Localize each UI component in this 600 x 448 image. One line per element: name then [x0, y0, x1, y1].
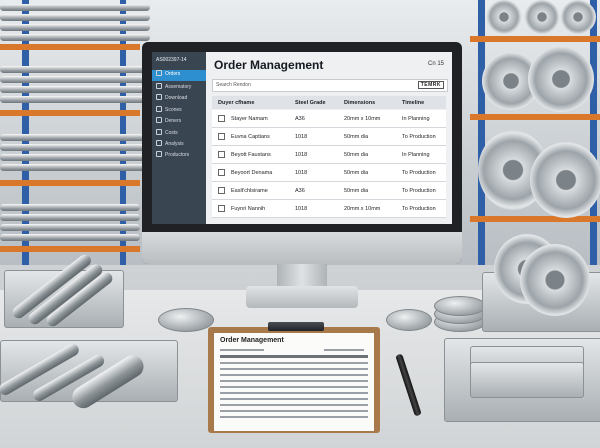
brand-logo: TEMRK [417, 81, 444, 89]
table-header: Duyer cfhame Steel Grade Dimensions Time… [212, 96, 446, 109]
row-checkbox[interactable] [218, 187, 225, 194]
timeline-status: To Production [402, 205, 436, 212]
costs-icon [156, 129, 162, 135]
productors-icon [156, 151, 162, 157]
monitor-stand-foot [246, 286, 358, 308]
deners-icon [156, 117, 162, 123]
sidebar-item-analysis[interactable]: Analysis [152, 140, 206, 151]
clipboard-clamp [268, 322, 324, 331]
clipboard-paper: Order Management [214, 333, 374, 431]
clipboard-title: Order Management [220, 337, 284, 344]
sidebar-item-scones[interactable]: Scones [152, 106, 206, 117]
dimensions: 50mm dia [344, 169, 369, 176]
buyer-name: Beyott Faustans [231, 151, 271, 158]
timeline-status: In Planning [402, 151, 430, 158]
sidebar-item-label: Orders [165, 71, 181, 77]
sidebar-item-label: Costs [165, 130, 178, 136]
column-header-timeline[interactable]: Timeline [402, 96, 424, 109]
steel-grade: A36 [295, 187, 305, 194]
sidebar-item-productors[interactable]: Productors [152, 151, 206, 162]
sidebar-item-label: Scones [165, 107, 182, 113]
table-row[interactable]: Easlt'chlsirame A36 50mm dia To Producti… [212, 182, 446, 200]
steel-grade: A36 [295, 115, 305, 122]
sidebar-item-orders[interactable]: Orders [152, 70, 206, 81]
orders-icon [156, 70, 162, 76]
table-row[interactable]: Fuynri Nannih 1018 20mm x 10mm To Produc… [212, 200, 446, 218]
timeline-status: To Production [402, 133, 436, 140]
order-management-app: AS002397-14 Orders Assematory Download S… [152, 52, 452, 224]
dimensions: 50mm dia [344, 151, 369, 158]
sidebar-item-costs[interactable]: Costs [152, 129, 206, 140]
dimensions: 50mm dia [344, 133, 369, 140]
column-header-dimensions[interactable]: Dimensions [344, 96, 375, 109]
search-input[interactable] [216, 81, 386, 89]
buyer-name: Stayer Namam [231, 115, 268, 122]
dimensions: 20mm x 10mm [344, 115, 381, 122]
column-header-steel-grade[interactable]: Steel Grade [295, 96, 326, 109]
download-icon [156, 94, 162, 100]
sidebar-item-deners[interactable]: Deners [152, 117, 206, 128]
sidebar-item-label: Download [165, 95, 188, 101]
monitor-chin [142, 232, 462, 264]
account-id: AS002397-14 [156, 57, 187, 63]
table-row[interactable]: Stayer Namam A36 20mm x 10mm In Planning [212, 110, 446, 128]
steel-grade: 1018 [295, 205, 308, 212]
sidebar-item-label: Deners [165, 118, 182, 124]
corner-label: Cn 15 [427, 61, 444, 67]
main-panel: Order Management Cn 15 TEMRK Duyer cfham… [210, 52, 452, 224]
steel-grade: 1018 [295, 151, 308, 158]
row-checkbox[interactable] [218, 169, 225, 176]
analysis-icon [156, 140, 162, 146]
column-header-buyer[interactable]: Duyer cfhame [218, 96, 254, 109]
sidebar-item-label: Analysis [165, 141, 184, 147]
sidebar-item-label: Productors [165, 152, 190, 158]
buyer-name: Euvna Captians [231, 133, 270, 140]
buyer-name: Easlt'chlsirame [231, 187, 268, 194]
search-bar: TEMRK [212, 79, 448, 92]
dimensions: 50mm dia [344, 187, 369, 194]
steel-disc [386, 309, 432, 331]
steel-grade: 1018 [295, 133, 308, 140]
table-row[interactable]: Euvna Captians 1018 50mm dia To Producti… [212, 128, 446, 146]
sidebar-item-assematory[interactable]: Assematory [152, 83, 206, 94]
table-row[interactable]: Beyott Faustans 1018 50mm dia In Plannin… [212, 146, 446, 164]
warehouse-scene: AS002397-14 Orders Assematory Download S… [0, 0, 600, 448]
table-row[interactable]: Beyoort Denama 1018 50mm dia To Producti… [212, 164, 446, 182]
timeline-status: In Planning [402, 115, 430, 122]
steel-disc [158, 308, 214, 332]
row-checkbox[interactable] [218, 133, 225, 140]
assembly-icon [156, 83, 162, 89]
dimensions: 20mm x 10mm [344, 205, 381, 212]
row-checkbox[interactable] [218, 115, 225, 122]
row-checkbox[interactable] [218, 205, 225, 212]
sidebar-item-download[interactable]: Download [152, 94, 206, 105]
sidebar-item-label: Assematory [165, 84, 192, 90]
row-checkbox[interactable] [218, 151, 225, 158]
scones-icon [156, 106, 162, 112]
sidebar: AS002397-14 Orders Assematory Download S… [152, 52, 206, 224]
timeline-status: To Production [402, 187, 436, 194]
buyer-name: Fuynri Nannih [231, 205, 266, 212]
timeline-status: To Production [402, 169, 436, 176]
page-title: Order Management [214, 58, 324, 72]
buyer-name: Beyoort Denama [231, 169, 273, 176]
steel-grade: 1018 [295, 169, 308, 176]
